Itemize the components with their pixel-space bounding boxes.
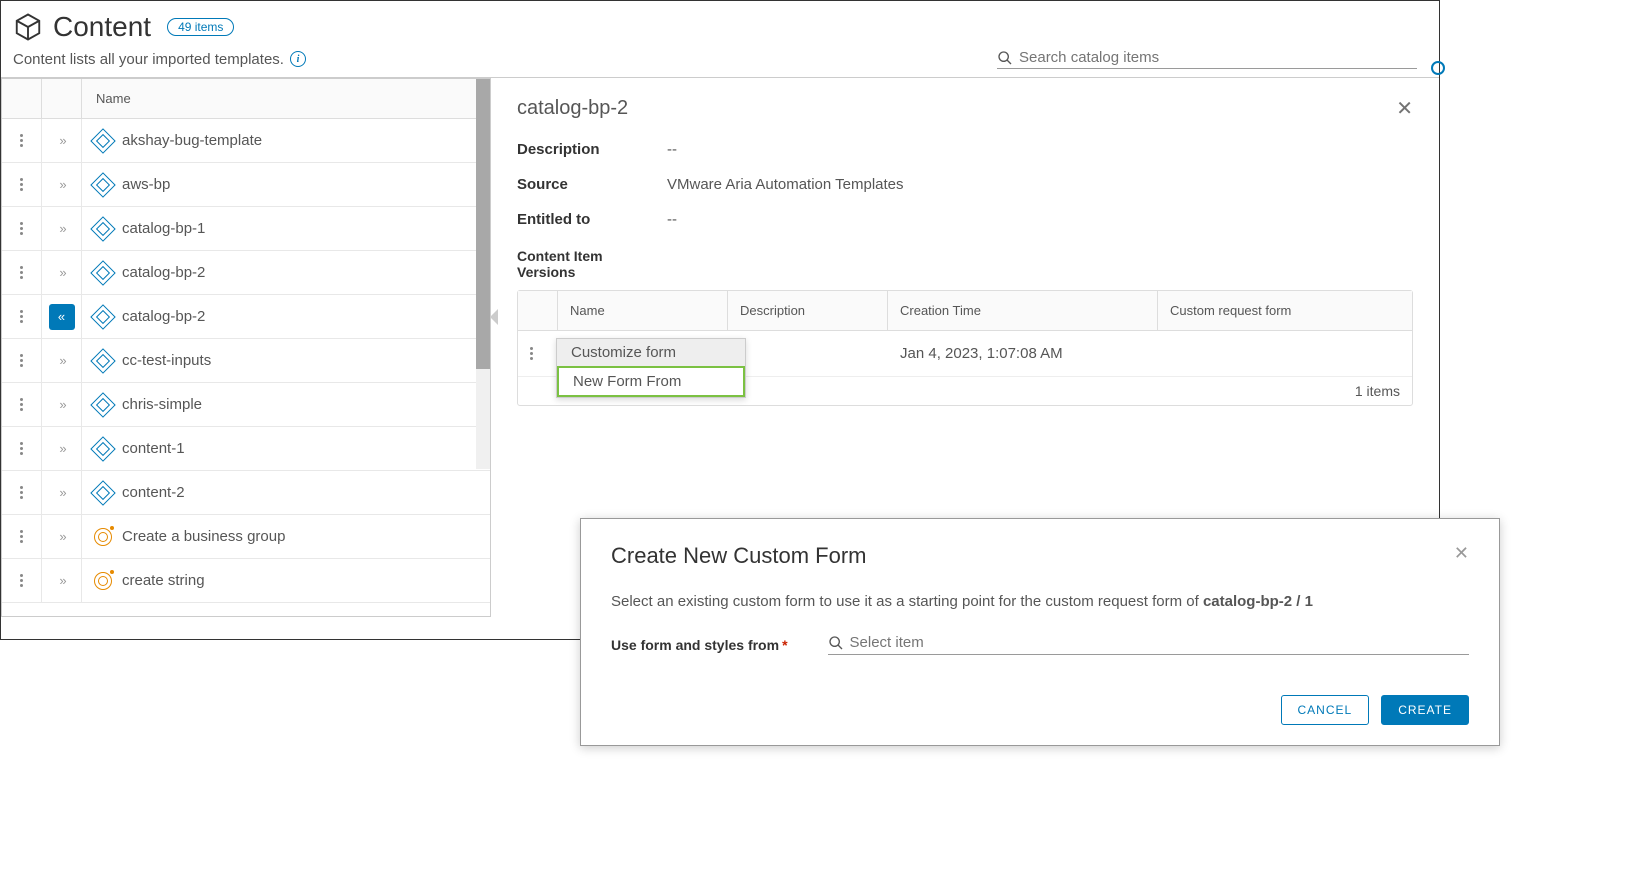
item-name: catalog-bp-2 <box>122 308 205 325</box>
kebab-icon[interactable] <box>20 134 23 147</box>
close-icon[interactable]: ✕ <box>1396 96 1413 121</box>
search-input[interactable] <box>1019 49 1417 66</box>
content-list: Name » akshay-bug-template » aws-bp » ca… <box>1 78 491 617</box>
list-item[interactable]: » cc-test-inputs <box>2 339 490 383</box>
blueprint-icon <box>90 128 115 153</box>
vcol-time: Creation Time <box>888 291 1158 330</box>
filter-icon[interactable] <box>1431 61 1445 75</box>
cancel-button[interactable]: CANCEL <box>1281 695 1370 725</box>
item-name: catalog-bp-1 <box>122 220 205 237</box>
kebab-icon[interactable] <box>20 530 23 543</box>
list-item[interactable]: » catalog-bp-2 <box>2 251 490 295</box>
target-icon <box>94 572 112 590</box>
select-item-input-wrap[interactable] <box>828 634 1469 655</box>
scrollbar[interactable] <box>476 79 490 469</box>
item-name: create string <box>122 572 205 589</box>
create-form-modal: Create New Custom Form ✕ Select an exist… <box>580 518 1500 746</box>
blueprint-icon <box>90 392 115 417</box>
value-description: -- <box>667 141 1413 158</box>
expand-icon[interactable]: » <box>59 221 63 236</box>
menu-new-form-from[interactable]: New Form From <box>557 366 745 397</box>
search-input-wrap[interactable] <box>997 49 1417 69</box>
item-name: catalog-bp-2 <box>122 264 205 281</box>
detail-title: catalog-bp-2 <box>517 97 628 120</box>
modal-close-icon[interactable]: ✕ <box>1454 543 1469 564</box>
list-item[interactable]: » aws-bp <box>2 163 490 207</box>
list-item[interactable]: » akshay-bug-template <box>2 119 490 163</box>
blueprint-icon <box>90 260 115 285</box>
label-description: Description <box>517 141 667 158</box>
label-entitled: Entitled to <box>517 211 667 228</box>
search-icon <box>997 50 1013 66</box>
kebab-icon[interactable] <box>20 354 23 367</box>
item-name: content-1 <box>122 440 185 457</box>
expand-icon[interactable]: » <box>59 177 63 192</box>
modal-title: Create New Custom Form <box>611 543 867 569</box>
list-item[interactable]: « catalog-bp-2 <box>2 295 490 339</box>
vcol-description: Description <box>728 291 888 330</box>
expand-icon[interactable]: » <box>59 485 63 500</box>
list-item[interactable]: » catalog-bp-1 <box>2 207 490 251</box>
page-title: Content <box>53 11 151 43</box>
menu-customize-form[interactable]: Customize form <box>557 339 745 366</box>
collapse-icon[interactable]: « <box>49 304 75 330</box>
item-name: cc-test-inputs <box>122 352 211 369</box>
info-icon[interactable]: i <box>290 51 306 67</box>
box-icon <box>13 12 43 42</box>
list-item[interactable]: » content-2 <box>2 471 490 515</box>
kebab-icon[interactable] <box>20 310 23 323</box>
blueprint-icon <box>90 480 115 505</box>
kebab-icon[interactable] <box>20 442 23 455</box>
blueprint-icon <box>90 304 115 329</box>
context-menu: Customize form New Form From <box>556 338 746 398</box>
create-button[interactable]: CREATE <box>1381 695 1469 725</box>
search-icon <box>828 635 844 651</box>
value-source: VMware Aria Automation Templates <box>667 176 1413 193</box>
list-item[interactable]: » chris-simple <box>2 383 490 427</box>
subtitle-text: Content lists all your imported template… <box>13 51 284 68</box>
value-entitled: -- <box>667 211 1413 228</box>
item-name: akshay-bug-template <box>122 132 262 149</box>
label-source: Source <box>517 176 667 193</box>
vcol-form: Custom request form <box>1158 291 1412 330</box>
item-name: Create a business group <box>122 528 285 545</box>
item-name: aws-bp <box>122 176 170 193</box>
list-item[interactable]: » create string <box>2 559 490 603</box>
kebab-icon[interactable] <box>20 486 23 499</box>
kebab-icon[interactable] <box>20 574 23 587</box>
select-item-input[interactable] <box>850 634 1469 651</box>
blueprint-icon <box>90 436 115 461</box>
expand-icon[interactable]: » <box>59 397 63 412</box>
field-label: Use form and styles from* <box>611 637 788 653</box>
expand-icon[interactable]: » <box>59 573 63 588</box>
expand-icon[interactable]: » <box>59 353 63 368</box>
blueprint-icon <box>90 216 115 241</box>
blueprint-icon <box>90 348 115 373</box>
kebab-icon[interactable] <box>20 178 23 191</box>
vcol-name: Name <box>558 291 728 330</box>
items-badge: 49 items <box>167 18 234 36</box>
expand-icon[interactable]: » <box>59 265 63 280</box>
version-time: Jan 4, 2023, 1:07:08 AM <box>888 345 1158 362</box>
list-item[interactable]: » content-1 <box>2 427 490 471</box>
kebab-icon[interactable] <box>530 347 546 360</box>
column-header-name: Name <box>82 79 490 118</box>
kebab-icon[interactable] <box>20 266 23 279</box>
item-name: content-2 <box>122 484 185 501</box>
expand-icon[interactable]: » <box>59 529 63 544</box>
expand-icon[interactable]: » <box>59 133 63 148</box>
item-name: chris-simple <box>122 396 202 413</box>
expand-icon[interactable]: » <box>59 441 63 456</box>
label-versions: Content Item Versions <box>517 248 637 280</box>
list-item[interactable]: » Create a business group <box>2 515 490 559</box>
blueprint-icon <box>90 172 115 197</box>
kebab-icon[interactable] <box>20 222 23 235</box>
target-icon <box>94 528 112 546</box>
modal-description: Select an existing custom form to use it… <box>611 593 1469 610</box>
kebab-icon[interactable] <box>20 398 23 411</box>
